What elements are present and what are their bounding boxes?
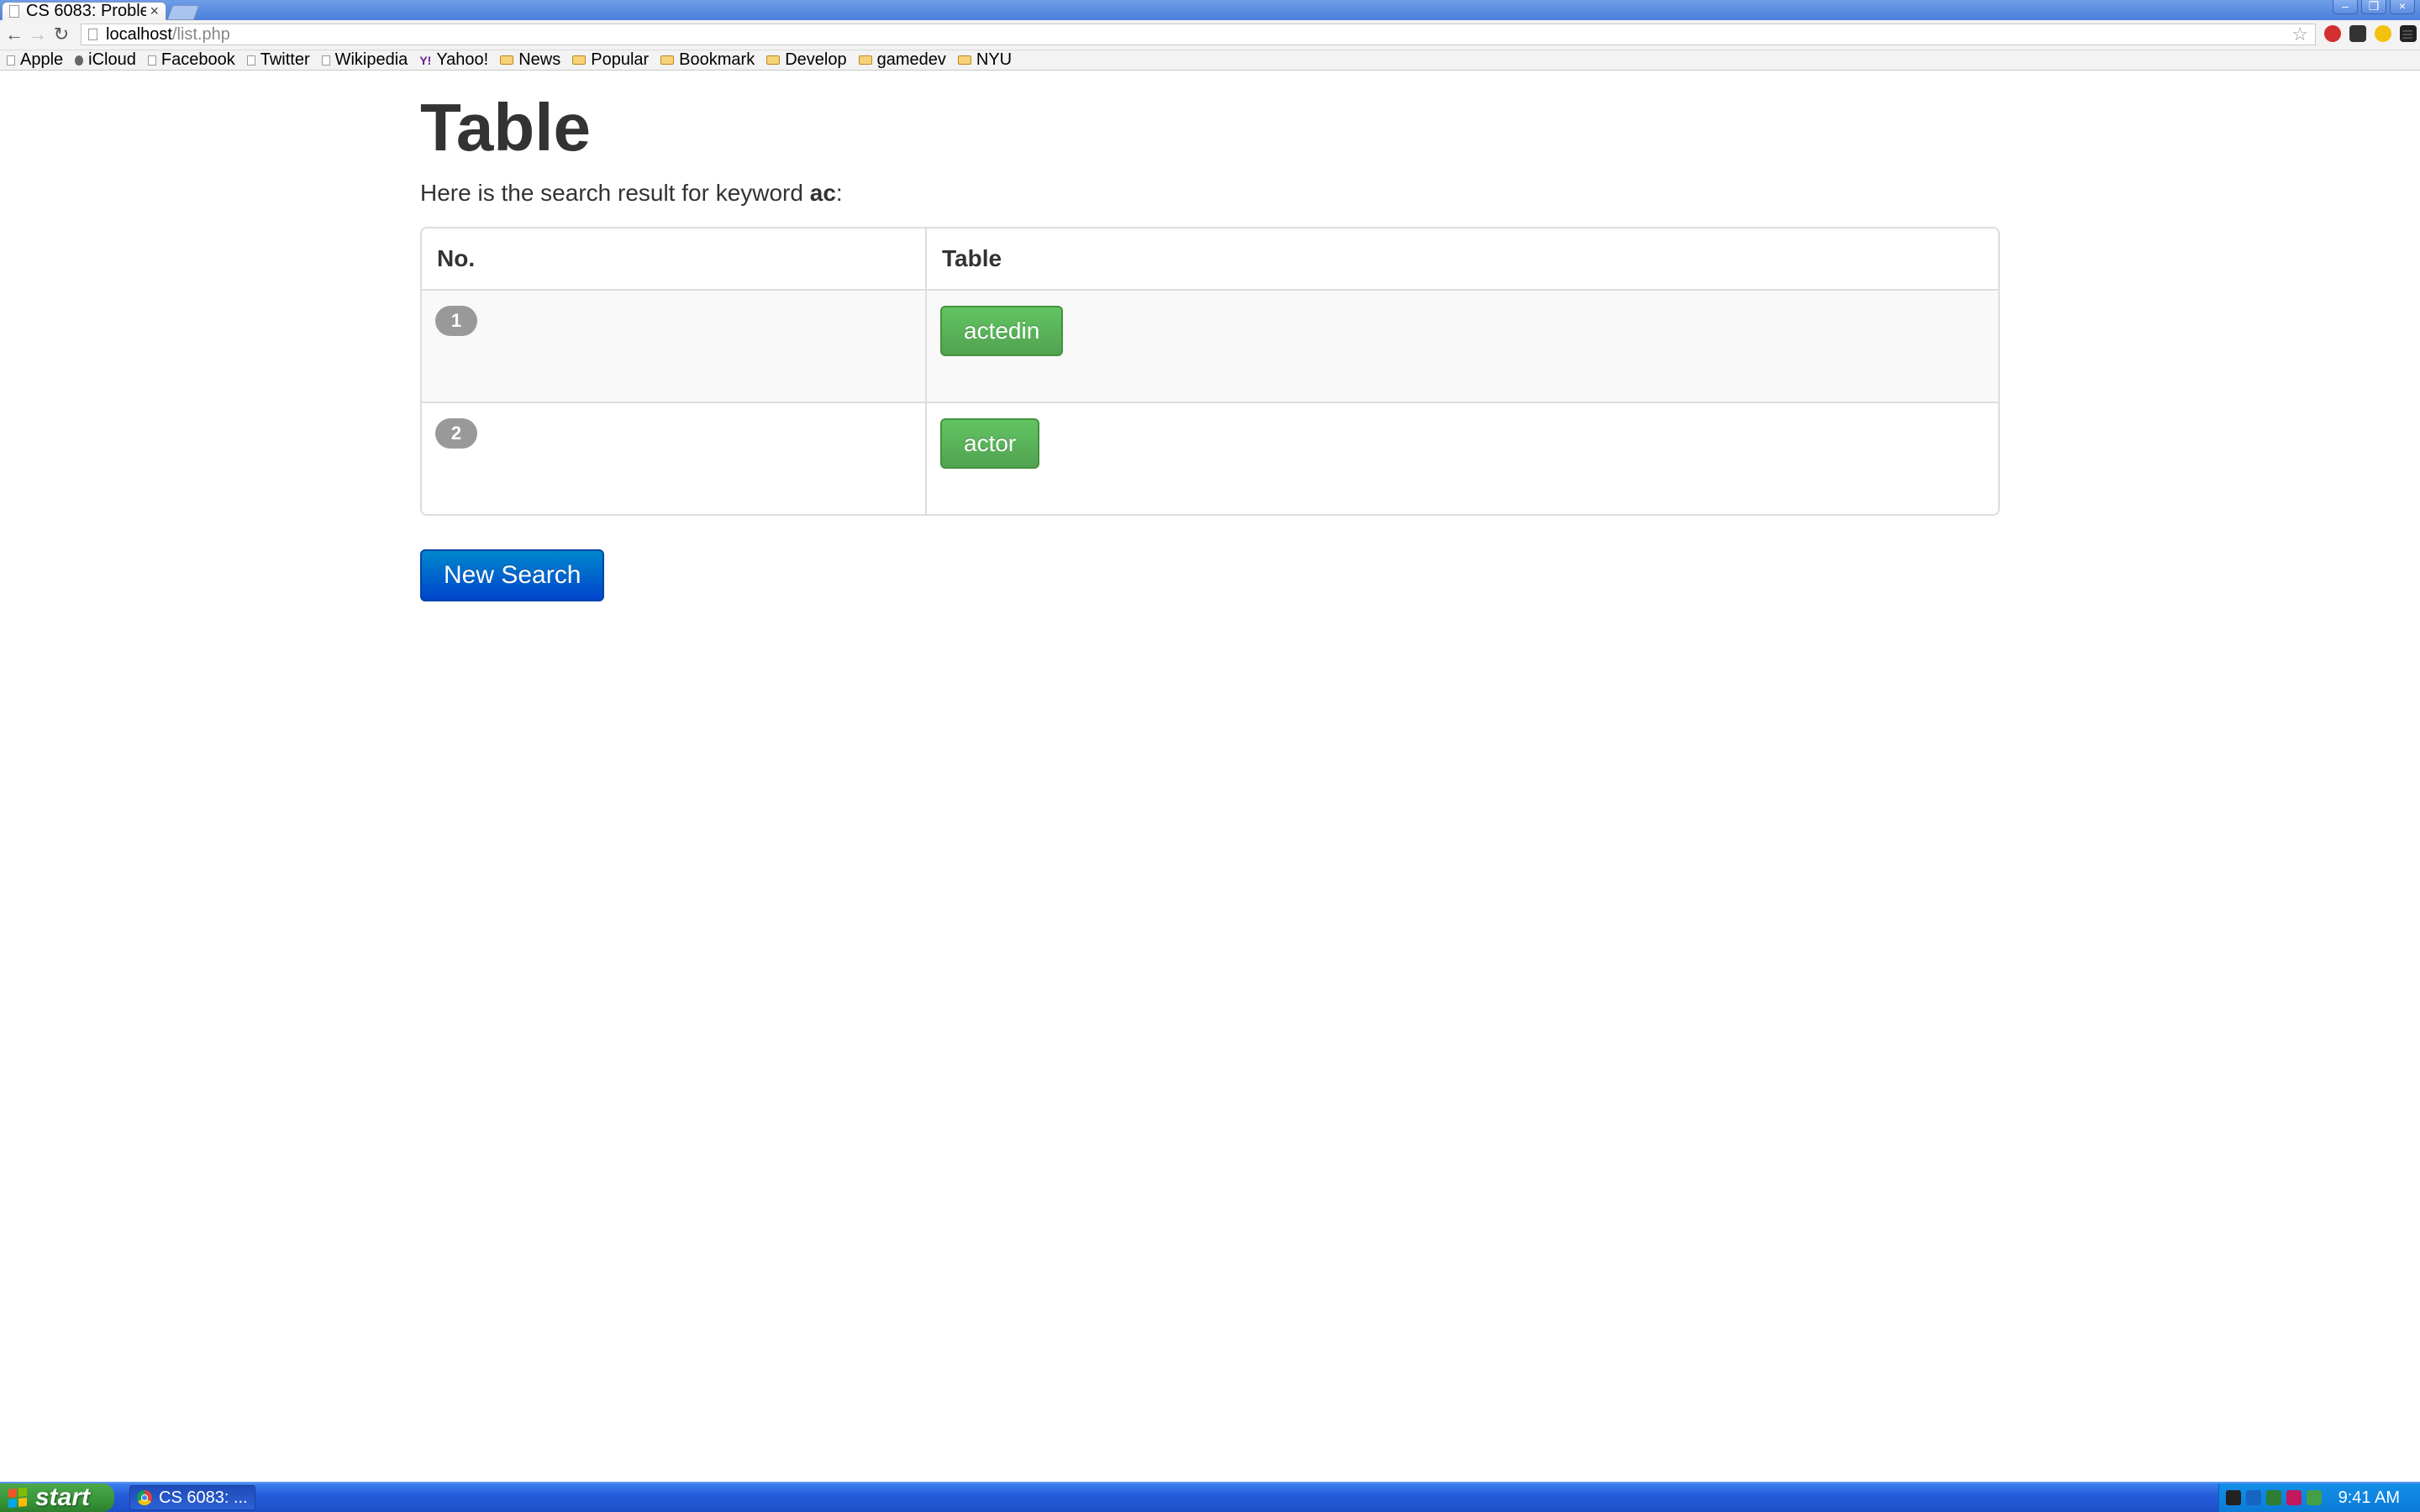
bookmark-item[interactable]: Y! Yahoo! — [419, 50, 488, 70]
network-icon[interactable] — [2265, 1490, 2281, 1505]
start-button[interactable]: start — [0, 1483, 114, 1512]
yahoo-icon: Y! — [419, 53, 432, 67]
start-label: start — [35, 1483, 91, 1511]
page-icon — [321, 55, 330, 66]
table-link-button[interactable]: actor — [940, 418, 1040, 469]
bookmark-label: Bookmark — [679, 50, 755, 69]
folder-icon — [572, 55, 587, 65]
extension-icon[interactable] — [2375, 25, 2391, 42]
page-icon — [246, 55, 255, 66]
bookmark-label: Twitter — [260, 50, 310, 69]
table-header-row: No. Table — [422, 228, 1998, 291]
taskbar-item-browser[interactable]: CS 6083: ... — [129, 1485, 255, 1510]
back-icon[interactable]: ← — [3, 24, 25, 45]
page-icon — [147, 55, 156, 66]
table-row: 2 actor — [422, 402, 1998, 514]
taskbar: start CS 6083: ... 9:41 AM — [0, 1482, 2420, 1512]
speaker-icon[interactable] — [2245, 1490, 2261, 1505]
page-icon — [7, 55, 15, 66]
taskbar-item-label: CS 6083: ... — [159, 1488, 248, 1507]
table-cell-table: actedin — [925, 291, 1998, 402]
extension-icon[interactable] — [2349, 25, 2366, 42]
url-host: localhost — [106, 24, 172, 44]
bookmark-item[interactable]: Popular — [572, 50, 649, 70]
page-icon — [9, 5, 19, 18]
table-cell-no: 1 — [422, 291, 925, 402]
tab-close-icon[interactable]: × — [150, 3, 159, 20]
bookmark-label: Facebook — [160, 50, 235, 69]
bookmark-item[interactable]: Twitter — [246, 50, 310, 70]
window-controls: – ❐ × — [2333, 0, 2415, 14]
bookmark-item[interactable]: Bookmark — [660, 50, 755, 70]
bookmark-label: News — [518, 50, 561, 69]
bookmark-label: gamedev — [876, 50, 946, 69]
clock: 9:41 AM — [2338, 1488, 2400, 1507]
search-keyword: ac — [809, 180, 836, 206]
tray-icons — [2225, 1490, 2322, 1505]
address-bar[interactable]: localhost/list.php ☆ — [81, 24, 2316, 45]
browser-tab[interactable]: CS 6083: Proble × — [2, 2, 166, 20]
adblock-icon[interactable] — [2324, 25, 2341, 42]
new-search-button[interactable]: New Search — [420, 549, 605, 601]
bookmark-item[interactable]: Facebook — [147, 50, 235, 70]
table-row: 1 actedin — [422, 291, 1998, 402]
row-number-badge: 1 — [435, 306, 477, 336]
bookmark-item[interactable]: Develop — [766, 50, 847, 70]
bookmark-item[interactable]: NYU — [957, 50, 1013, 70]
page-container: Table Here is the search result for keyw… — [420, 71, 2000, 601]
url-path: /list.php — [171, 24, 230, 44]
folder-icon — [766, 55, 781, 65]
folder-icon — [660, 55, 675, 65]
bookmark-label: iCloud — [88, 50, 136, 69]
search-summary: Here is the search result for keyword ac… — [420, 176, 2000, 210]
folder-icon — [858, 55, 872, 65]
chrome-icon — [137, 1490, 152, 1505]
new-tab-button[interactable] — [166, 5, 200, 20]
minimize-icon[interactable]: – — [2333, 0, 2358, 14]
summary-text: Here is the search result for keyword — [420, 180, 810, 206]
tab-title: CS 6083: Proble — [26, 2, 147, 20]
apple-icon — [75, 55, 84, 66]
bookmark-label: Popular — [591, 50, 650, 69]
help-icon[interactable] — [2225, 1490, 2241, 1505]
windows-logo-icon — [8, 1487, 27, 1509]
folder-icon — [957, 55, 971, 65]
column-header-no: No. — [422, 228, 925, 291]
bookmark-item[interactable]: Apple — [7, 50, 63, 70]
page-icon — [88, 29, 97, 40]
bookmarks-bar: Apple iCloud Facebook Twitter Wikipedia Y! Yah… — [0, 50, 2420, 71]
table-cell-table: actor — [925, 402, 1998, 514]
browser-toolbar: ← → ↻ localhost/list.php ☆ ≡ — [0, 20, 2420, 50]
table-link-button[interactable]: actedin — [940, 306, 1064, 356]
row-number-badge: 2 — [435, 418, 477, 449]
bookmark-item[interactable]: News — [500, 50, 560, 70]
menu-icon[interactable]: ≡ — [2402, 24, 2413, 47]
bookmark-label: Develop — [785, 50, 847, 69]
bookmark-star-icon[interactable]: ☆ — [2291, 24, 2308, 45]
tray-app-icon[interactable] — [2286, 1490, 2302, 1505]
bookmark-item[interactable]: Wikipedia — [321, 50, 408, 70]
results-table: No. Table 1 actedin 2 actor — [420, 227, 2000, 516]
bookmark-label: Apple — [20, 50, 64, 69]
folder-icon — [500, 55, 514, 65]
bookmark-item[interactable]: gamedev — [858, 50, 946, 70]
bookmark-label: NYU — [976, 50, 1013, 69]
summary-suffix: : — [835, 180, 843, 206]
browser-tab-strip: CS 6083: Proble × – ❐ × — [0, 0, 2420, 20]
page-title: Table — [420, 90, 592, 165]
table-cell-no: 2 — [422, 402, 925, 514]
system-tray: 9:41 AM — [2218, 1483, 2420, 1512]
bookmark-label: Yahoo! — [436, 50, 489, 69]
forward-icon[interactable]: → — [27, 24, 49, 45]
column-header-table: Table — [925, 228, 1998, 291]
bookmark-item[interactable]: iCloud — [75, 50, 136, 70]
bookmark-label: Wikipedia — [334, 50, 408, 69]
reload-icon[interactable]: ↻ — [50, 24, 72, 45]
close-window-icon[interactable]: × — [2390, 0, 2415, 14]
security-icon[interactable] — [2306, 1490, 2322, 1505]
restore-icon[interactable]: ❐ — [2361, 0, 2386, 14]
